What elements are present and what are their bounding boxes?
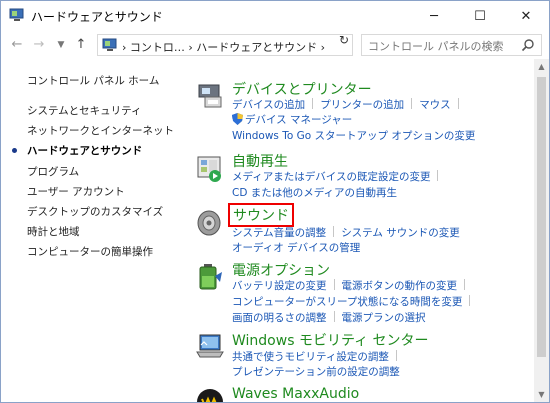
active-bullet-icon [12,148,17,153]
power-links-row-1: バッテリ設定の変更 電源ボタンの動作の変更 [232,278,472,293]
separator [333,311,335,322]
breadcrumb-path[interactable]: › コントロ… › ハードウェアとサウンド › [122,39,325,55]
cd-autoplay-link[interactable]: CD または他のメディアの自動再生 [232,187,397,199]
refresh-icon[interactable]: ↻ [336,33,352,49]
autoplay-links-row-1: メディアまたはデバイスの既定設定の変更 [232,169,445,184]
search-icon [521,39,534,52]
breadcrumb[interactable]: › コントロ… › ハードウェアとサウンド › [97,34,353,56]
waves-maxxaudio-title[interactable]: Waves MaxxAudio [232,386,359,402]
waves-audio-icon [197,389,223,402]
maximize-button[interactable]: ☐ [457,1,503,31]
audio-devices-link[interactable]: オーディオ デバイスの管理 [232,242,360,254]
separator [437,170,439,181]
printer-icon [198,84,222,108]
add-printer-link[interactable]: プリンターの追加 [320,99,404,111]
devices-links-row-3: Windows To Go スタートアップ オプションの変更 [232,128,475,143]
back-arrow-icon[interactable]: ← [9,37,25,53]
autoplay-icon [197,156,221,182]
up-arrow-icon[interactable]: ↑ [73,37,89,53]
mouse-link[interactable]: マウス [419,99,451,111]
power-plan-link[interactable]: 電源プランの選択 [342,312,426,324]
mobility-links-row-2: プレゼンテーション前の設定の調整 [232,364,400,379]
brightness-link[interactable]: 画面の明るさの調整 [232,312,327,324]
device-manager-link[interactable]: デバイス マネージャー [245,114,352,126]
uac-shield-icon [232,113,243,125]
sidebar-item-ease-of-access[interactable]: コンピューターの簡単操作 [27,244,153,259]
scroll-down-icon[interactable]: ▼ [534,387,549,402]
devices-links-row-2: デバイス マネージャー [232,112,352,127]
battery-icon [199,264,222,290]
battery-settings-link[interactable]: バッテリ設定の変更 [232,280,327,292]
separator [469,295,471,306]
system-volume-link[interactable]: システム音量の調整 [232,227,326,239]
separator [333,226,335,237]
scroll-up-icon[interactable]: ▲ [534,59,549,74]
sidebar-item-programs[interactable]: プログラム [27,164,79,179]
devices-printers-title[interactable]: デバイスとプリンター [232,79,372,99]
autoplay-links-row-2: CD または他のメディアの自動再生 [232,185,397,200]
sidebar-item-desktop[interactable]: デスクトップのカスタマイズ [27,204,163,219]
minimize-button[interactable]: ─ [411,1,457,31]
sleep-time-link[interactable]: コンピューターがスリープ状態になる時間を変更 [232,296,462,308]
separator [457,98,459,109]
system-sounds-link[interactable]: システム サウンドの変更 [341,227,460,239]
speaker-icon [197,210,221,236]
sidebar-item-clock-region[interactable]: 時計と地域 [27,224,80,239]
control-panel-icon [9,8,24,21]
sound-title[interactable]: サウンド [228,203,294,227]
autoplay-title[interactable]: 自動再生 [232,151,288,171]
chevron-down-icon[interactable]: ▼ [53,37,69,53]
scrollbar-thumb[interactable] [537,77,546,357]
sidebar-item-home[interactable]: コントロール パネル ホーム [27,73,159,88]
laptop-icon [196,334,224,358]
power-button-link[interactable]: 電源ボタンの動作の変更 [342,280,458,292]
vertical-scrollbar[interactable]: ▲ ▼ [534,59,549,402]
separator [464,279,465,290]
main-content: デバイスとプリンター デバイスの追加 プリンターの追加 マウス デバイス マネージャ… [186,59,536,402]
control-panel-icon [102,38,117,51]
separator [411,98,413,109]
mobility-center-title[interactable]: Windows モビリティ センター [232,330,429,350]
search-placeholder: コントロール パネルの検索 [368,40,504,53]
separator [395,350,397,361]
close-button[interactable]: ✕ [503,1,549,31]
devices-links-row-1: デバイスの追加 プリンターの追加 マウス [232,97,466,112]
power-options-title[interactable]: 電源オプション [232,260,330,280]
mobility-links-row-1: 共通で使うモビリティ設定の調整 [232,349,404,364]
sidebar-item-system-security[interactable]: システムとセキュリティ [27,103,142,118]
common-mobility-settings-link[interactable]: 共通で使うモビリティ設定の調整 [232,351,389,363]
control-panel-window: ハードウェアとサウンド ─ ☐ ✕ ← → ▼ ↑ › コントロ… › ハードウ… [0,0,550,403]
forward-arrow-icon[interactable]: → [31,37,47,53]
window-title: ハードウェアとサウンド [31,10,163,24]
power-links-row-3: 画面の明るさの調整 電源プランの選択 [232,310,426,325]
address-bar: ← → ▼ ↑ › コントロ… › ハードウェアとサウンド › ↻ コントロール… [1,31,549,59]
sidebar-item-hardware-sound[interactable]: ハードウェアとサウンド [27,143,142,158]
windows-to-go-link[interactable]: Windows To Go スタートアップ オプションの変更 [232,130,475,142]
power-links-row-2: コンピューターがスリープ状態になる時間を変更 [232,294,477,309]
media-default-settings-link[interactable]: メディアまたはデバイスの既定設定の変更 [232,171,430,183]
sidebar-item-user-accounts[interactable]: ユーザー アカウント [27,184,125,199]
separator [312,98,314,109]
add-device-link[interactable]: デバイスの追加 [232,99,305,111]
sidebar-item-network[interactable]: ネットワークとインターネット [27,123,174,138]
sound-links-row-2: オーディオ デバイスの管理 [232,240,360,255]
search-input[interactable]: コントロール パネルの検索 [361,34,542,56]
presentation-settings-link[interactable]: プレゼンテーション前の設定の調整 [232,366,400,378]
separator [333,279,335,290]
sound-links-row-1: システム音量の調整 システム サウンドの変更 [232,225,460,240]
title-bar: ハードウェアとサウンド ─ ☐ ✕ [1,1,549,31]
